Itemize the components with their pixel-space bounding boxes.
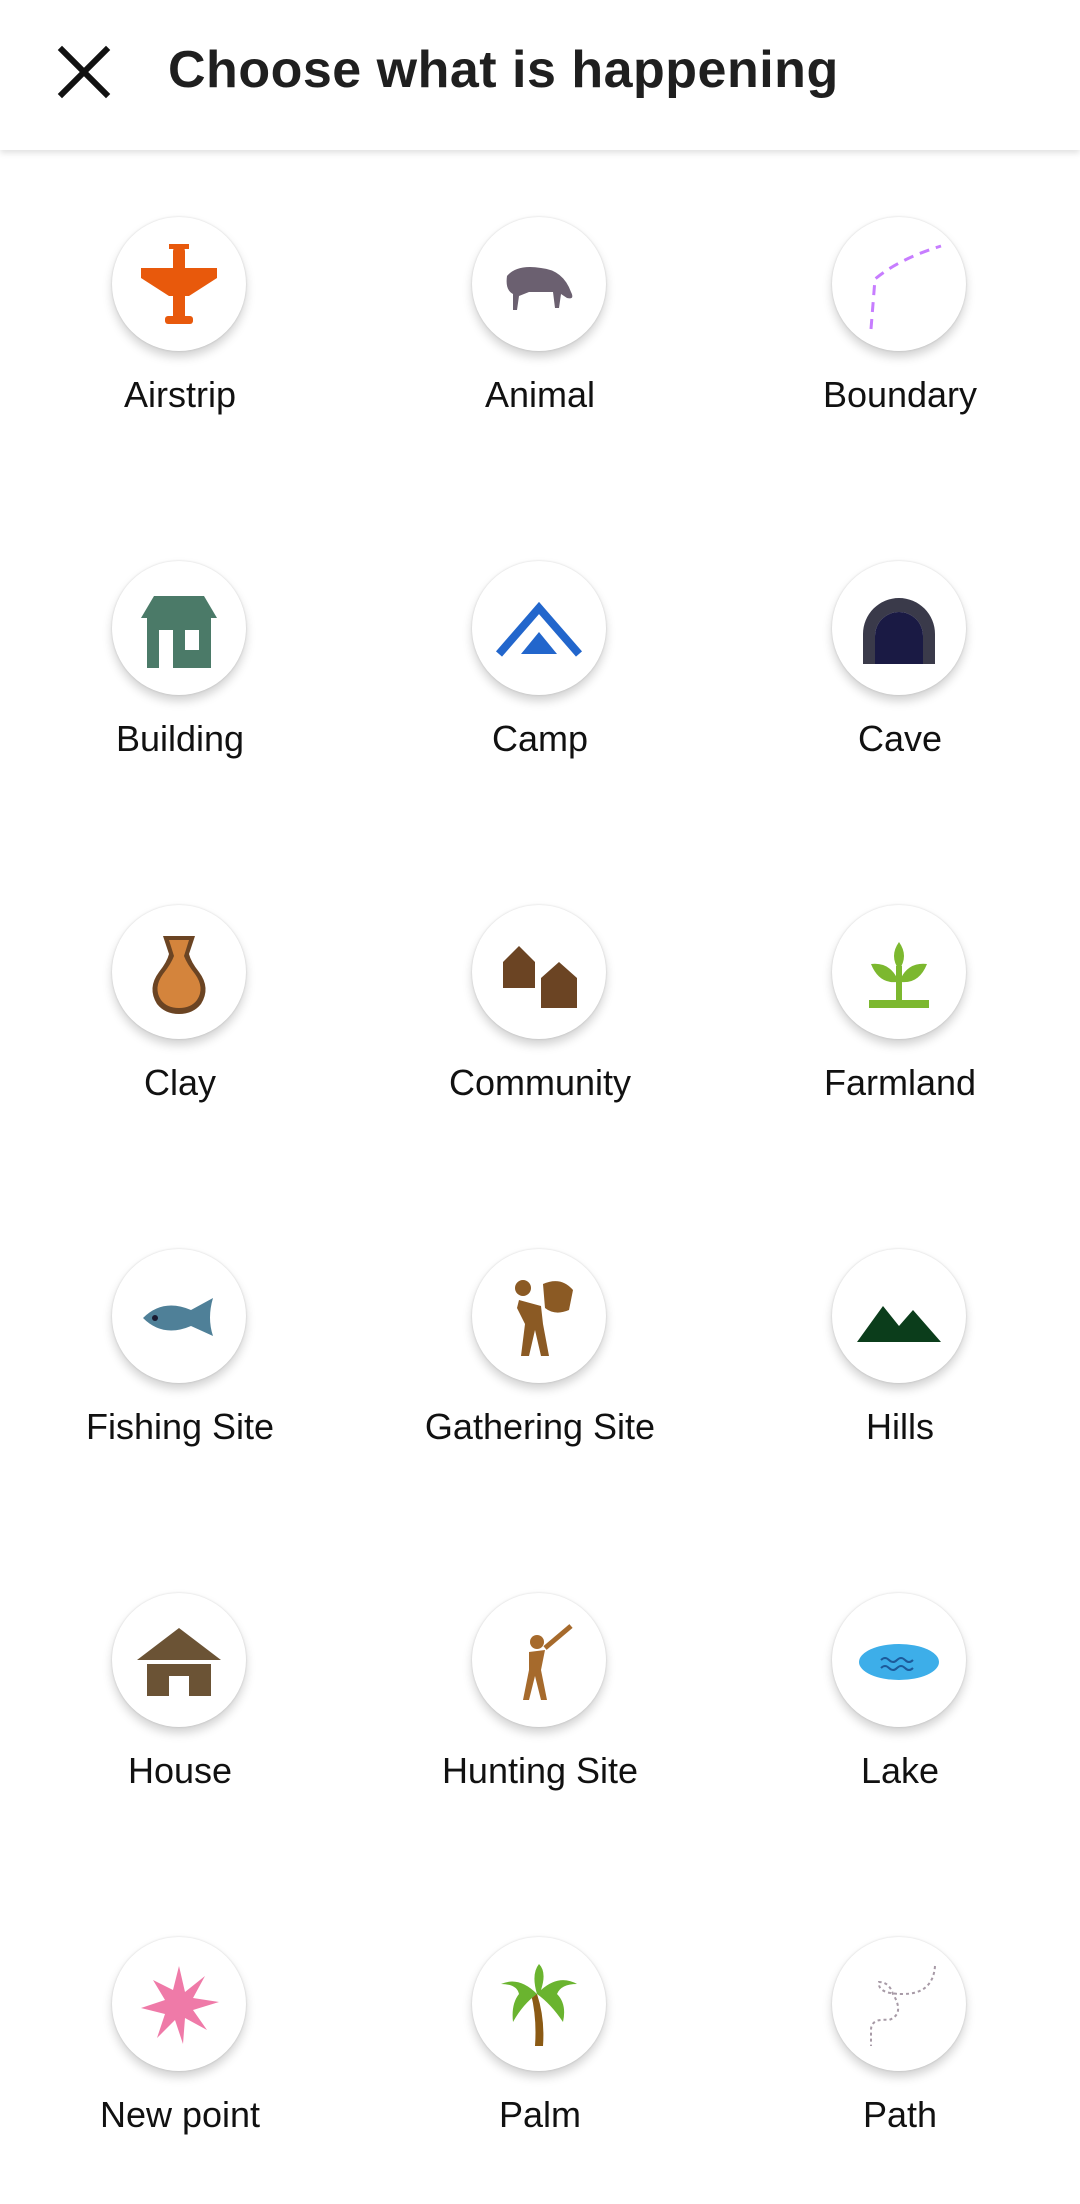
category-item-house[interactable]: House	[0, 1560, 360, 1860]
category-item-lake[interactable]: Lake	[720, 1560, 1080, 1860]
category-label: Animal	[484, 374, 596, 415]
category-item-path[interactable]: Path	[720, 1904, 1080, 2204]
airplane-icon	[141, 244, 217, 324]
category-icon-circle	[112, 1593, 246, 1727]
category-label: Cave	[857, 718, 943, 759]
category-icon-circle	[832, 1593, 966, 1727]
category-icon-circle	[832, 1249, 966, 1383]
building-icon	[141, 596, 217, 668]
category-item-gathering-site[interactable]: Gathering Site	[360, 1216, 720, 1516]
category-item-new-point[interactable]: New point	[0, 1904, 360, 2204]
clay-pot-icon	[152, 936, 206, 1014]
category-label: Camp	[491, 718, 589, 759]
category-icon-circle	[472, 1593, 606, 1727]
app-header: Choose what is happening	[0, 0, 1080, 150]
category-item-farmland[interactable]: Farmland	[720, 872, 1080, 1172]
category-item-fishing-site[interactable]: Fishing Site	[0, 1216, 360, 1516]
category-label: Hills	[866, 1406, 934, 1447]
category-icon-circle	[112, 1937, 246, 2071]
category-icon-circle	[832, 905, 966, 1039]
category-item-boundary[interactable]: Boundary	[720, 184, 1080, 484]
category-item-cave[interactable]: Cave	[720, 528, 1080, 828]
category-icon-circle	[112, 561, 246, 695]
category-label: Building	[115, 718, 245, 759]
category-label: Clay	[143, 1062, 217, 1103]
category-icon-circle	[472, 1937, 606, 2071]
category-item-camp[interactable]: Camp	[360, 528, 720, 828]
category-item-hunting-site[interactable]: Hunting Site	[360, 1560, 720, 1860]
category-label: New point	[99, 2094, 261, 2135]
category-label: Hunting Site	[441, 1750, 639, 1791]
category-icon-circle	[832, 561, 966, 695]
category-item-airstrip[interactable]: Airstrip	[0, 184, 360, 484]
category-label: Gathering Site	[424, 1406, 656, 1447]
category-icon-circle	[472, 1249, 606, 1383]
farmland-icon	[869, 942, 929, 1008]
category-icon-circle	[472, 561, 606, 695]
animal-icon	[506, 267, 573, 310]
category-item-animal[interactable]: Animal	[360, 184, 720, 484]
category-icon-circle	[832, 217, 966, 351]
close-button[interactable]	[54, 42, 114, 102]
page-title: Choose what is happening	[168, 41, 839, 99]
category-label: Farmland	[823, 1062, 977, 1103]
close-icon	[57, 45, 111, 99]
category-label: Airstrip	[123, 374, 236, 415]
palm-icon	[501, 1964, 577, 2046]
category-item-building[interactable]: Building	[0, 528, 360, 828]
category-item-clay[interactable]: Clay	[0, 872, 360, 1172]
boundary-icon	[869, 244, 942, 330]
category-label: Boundary	[822, 374, 978, 415]
category-label: House	[127, 1750, 233, 1791]
hills-icon	[857, 1306, 941, 1342]
category-icon-circle	[112, 217, 246, 351]
category-label: Lake	[860, 1750, 940, 1791]
category-label: Community	[448, 1062, 632, 1103]
category-item-palm[interactable]: Palm	[360, 1904, 720, 2204]
lake-icon	[859, 1644, 939, 1680]
category-icon-circle	[472, 217, 606, 351]
category-item-hills[interactable]: Hills	[720, 1216, 1080, 1516]
category-icon-circle	[472, 905, 606, 1039]
category-icon-circle	[112, 1249, 246, 1383]
category-label: Fishing Site	[85, 1406, 275, 1447]
gatherer-icon	[515, 1280, 573, 1356]
category-label: Palm	[498, 2094, 582, 2135]
category-label: Path	[862, 2094, 938, 2135]
path-icon	[870, 1965, 936, 2046]
hunter-icon	[523, 1624, 573, 1700]
category-item-community[interactable]: Community	[360, 872, 720, 1172]
cave-icon	[863, 598, 935, 664]
house-icon	[137, 1628, 221, 1696]
camp-icon	[495, 601, 583, 657]
new-point-icon	[141, 1966, 219, 2044]
category-icon-circle	[112, 905, 246, 1039]
community-icon	[503, 946, 577, 1008]
fish-icon	[143, 1298, 213, 1336]
category-icon-circle	[832, 1937, 966, 2071]
